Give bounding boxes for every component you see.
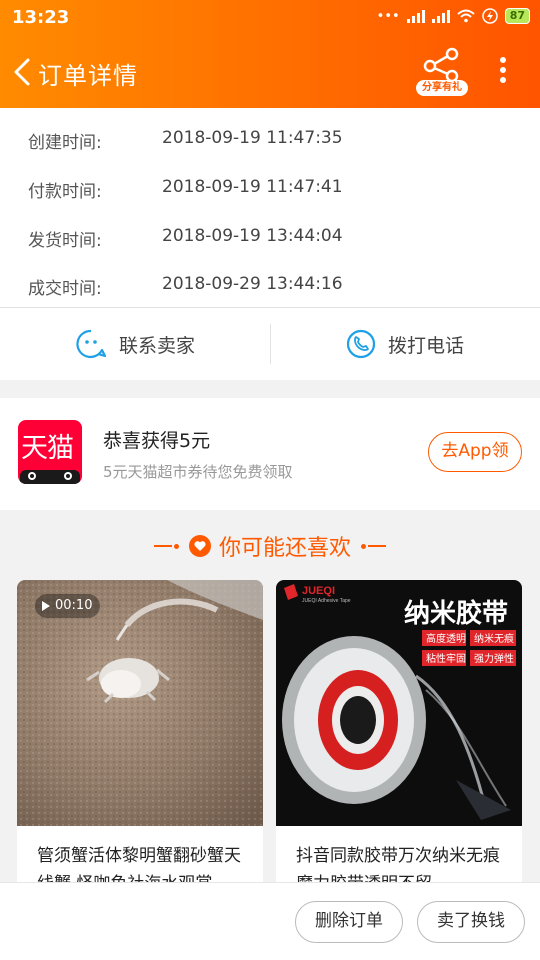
- more-menu-icon[interactable]: [490, 54, 516, 90]
- contact-seller-label: 联系卖家: [118, 334, 195, 357]
- notification-dots-icon: •••: [376, 8, 400, 24]
- order-time-info: 创建时间: 2018-09-19 11:47:35 付款时间: 2018-09-…: [0, 108, 540, 308]
- contact-bar: 联系卖家 拨打电话: [0, 308, 540, 380]
- info-label: 付款时间:: [28, 182, 102, 202]
- brand-name: JUEQI: [302, 585, 335, 597]
- call-phone-button[interactable]: 拨打电话: [270, 308, 540, 380]
- info-value: 2018-09-19 11:47:35: [162, 128, 343, 148]
- product-card[interactable]: 00:10 管须蟹活体黎明蟹翻砂蟹天线蟹 怪咖鱼社海水观赏: [17, 580, 263, 900]
- app-header: 13:23 ••• 87 订单详情 分享有礼: [0, 0, 540, 108]
- product-banner: 纳米胶带: [404, 598, 508, 629]
- signal-icon: [406, 9, 425, 23]
- video-duration: 00:10: [55, 598, 93, 613]
- delete-order-button[interactable]: 删除订单: [295, 901, 403, 943]
- info-value: 2018-09-29 13:44:16: [162, 274, 343, 294]
- heading-decoration-right: [359, 543, 386, 549]
- tmall-logo: 天猫: [18, 420, 82, 484]
- call-phone-label: 拨打电话: [387, 334, 464, 357]
- product-image-tape: JUEQI JUEQI Adhesive Tape 纳米胶带 高度透明 纳米无痕…: [276, 580, 522, 826]
- wifi-icon: [457, 9, 475, 23]
- bottom-action-bar: 删除订单 卖了换钱: [0, 882, 540, 960]
- charging-icon: [481, 8, 498, 24]
- info-row-completed: 成交时间: 2018-09-29 13:44:16: [0, 260, 540, 308]
- page-title: 订单详情: [38, 62, 138, 90]
- heading-decoration-left: [153, 543, 181, 549]
- product-card[interactable]: JUEQI JUEQI Adhesive Tape 纳米胶带 高度透明 纳米无痕…: [276, 580, 522, 900]
- play-icon: [42, 601, 50, 611]
- info-value: 2018-09-19 11:47:41: [162, 177, 343, 197]
- info-label: 发货时间:: [28, 231, 102, 251]
- share-gift-button[interactable]: 分享有礼: [414, 46, 470, 98]
- info-row-paid: 付款时间: 2018-09-19 11:47:41: [0, 163, 540, 211]
- status-bar: 13:23 ••• 87: [0, 0, 540, 36]
- info-label: 创建时间:: [28, 133, 102, 153]
- feature-tag: 粘性牢固: [426, 652, 466, 665]
- status-icons: ••• 87: [377, 8, 530, 24]
- share-icon: [423, 47, 459, 83]
- battery-indicator: 87: [504, 8, 530, 24]
- heart-icon: [188, 535, 211, 557]
- chat-face-icon: [76, 329, 107, 359]
- signal-icon-2: [431, 9, 450, 23]
- contact-seller-button[interactable]: 联系卖家: [0, 308, 270, 380]
- video-duration-badge: 00:10: [35, 594, 101, 618]
- promo-title: 恭喜获得5元: [103, 430, 211, 452]
- status-time: 13:23: [12, 7, 70, 28]
- info-row-created: 创建时间: 2018-09-19 11:47:35: [0, 114, 540, 162]
- info-row-shipped: 发货时间: 2018-09-19 13:44:04: [0, 212, 540, 260]
- info-label: 成交时间:: [28, 279, 102, 299]
- nav-bar: 订单详情 分享有礼: [0, 36, 540, 108]
- tmall-logo-text: 天猫: [21, 433, 74, 464]
- promo-subtitle: 5元天猫超市券待您免费领取: [103, 463, 293, 481]
- get-in-app-button[interactable]: 去App领: [428, 432, 522, 472]
- recommend-title: 你可能还喜欢: [218, 536, 351, 561]
- share-gift-label: 分享有礼: [416, 80, 468, 96]
- feature-tag: 高度透明: [426, 632, 466, 645]
- sell-for-cash-button[interactable]: 卖了换钱: [417, 901, 525, 943]
- feature-tag: 强力弹性: [474, 652, 514, 665]
- brand-subtitle: JUEQI Adhesive Tape: [302, 598, 351, 604]
- tmall-cat-icon: [20, 470, 80, 484]
- phone-icon: [346, 329, 376, 359]
- back-arrow-icon[interactable]: [8, 54, 38, 90]
- recommend-heading: 你可能还喜欢: [0, 528, 540, 564]
- feature-tag: 纳米无痕: [474, 632, 514, 645]
- info-value: 2018-09-19 13:44:04: [162, 226, 343, 246]
- tmall-coupon-promo: 天猫 恭喜获得5元 5元天猫超市券待您免费领取 去App领: [0, 398, 540, 510]
